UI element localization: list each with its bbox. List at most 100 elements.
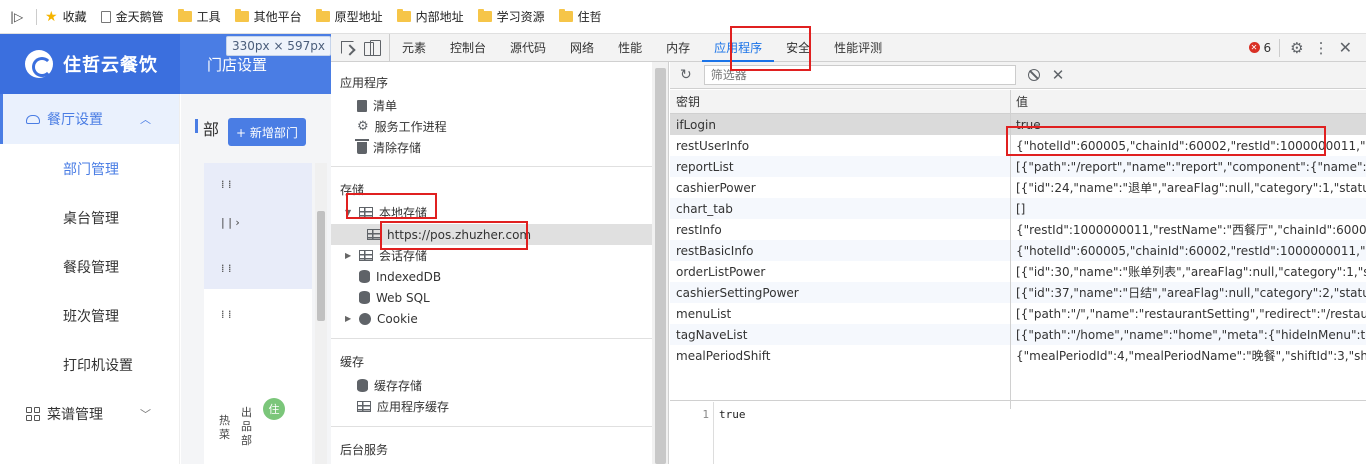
row-value[interactable]: {"hotelId":600005,"chainId":60002,"restI… [1011,240,1366,261]
row-key[interactable]: tagNaveList [670,324,1011,345]
table-row[interactable]: cashierSettingPower [{"id":37,"name":"日结"… [670,282,1366,303]
menu-item-shifts[interactable]: 班次管理 [0,291,179,340]
tree-item-service-workers[interactable]: ⚙ 服务工作进程 [357,116,447,137]
scrollbar[interactable] [652,62,668,464]
page-title: 部 [194,116,219,140]
clear-all-icon[interactable] [1027,69,1040,81]
row-key[interactable]: mealPeriodShift [670,345,1011,366]
storage-pane: ↻ ✕ 密钥 值 ifLogin true restUserInfo {"hotelI… [670,62,1366,464]
row-value[interactable]: [{"path":"/","name":"restaurantSetting",… [1011,303,1366,324]
tab-network[interactable]: 网络 [558,34,606,62]
row-value[interactable]: {"restId":1000000011,"restName":"西餐厅","c… [1011,219,1366,240]
scrollbar[interactable] [315,163,327,464]
row-key[interactable]: reportList [670,156,1011,177]
close-icon[interactable]: ✕ [1339,38,1352,57]
refresh-icon[interactable]: ↻ [680,67,692,83]
row-value[interactable]: [{"path":"/report","name":"report","comp… [1011,156,1366,177]
tree-item-cache-storage[interactable]: 缓存存储 [357,375,422,396]
row-key[interactable]: cashierSettingPower [670,282,1011,303]
menu-item-department[interactable]: 部门管理 [0,144,179,193]
bookmark-folder-tools[interactable]: 工具 [177,8,221,25]
table-row[interactable]: reportList [{"path":"/report","name":"rep… [670,156,1366,177]
line-number: 1 [670,402,714,464]
tree-item-clear-storage[interactable]: 清除存储 [355,137,422,158]
table-row[interactable]: cashierPower [{"id":24,"name":"退单","areaF… [670,177,1366,198]
row-key[interactable]: menuList [670,303,1011,324]
row-key[interactable]: chart_tab [670,198,1011,219]
scrollbar-thumb[interactable] [655,68,666,464]
tree-item-indexeddb[interactable]: IndexedDB [359,266,441,287]
table-row[interactable]: restInfo {"restId":1000000011,"restName":… [670,219,1366,240]
tab-sources[interactable]: 源代码 [498,34,558,62]
database-icon [359,270,370,283]
menu-item-tables[interactable]: 桌台管理 [0,193,179,242]
tree-item-app-cache[interactable]: 应用程序缓存 [357,396,449,417]
tab-elements[interactable]: 元素 [390,34,438,62]
checkbox-icon[interactable]: ⁞ ⁞ [221,262,232,275]
bookmark-folder-prototype[interactable]: 原型地址 [315,8,383,25]
device-toolbar-icon[interactable] [364,40,381,56]
checkbox-icon[interactable]: ⁞ ⁞ [221,308,232,321]
bookmark-folder-other[interactable]: 其他平台 [234,8,302,25]
scrollbar-thumb[interactable] [317,211,325,321]
row-value[interactable]: [{"id":37,"name":"日结","areaFlag":null,"c… [1011,282,1366,303]
row-key[interactable]: restBasicInfo [670,240,1011,261]
inspect-element-icon[interactable] [341,41,354,54]
tab-memory[interactable]: 内存 [654,34,702,62]
folder-icon [177,9,192,22]
tree-item-manifest[interactable]: 清单 [357,95,397,116]
table-row[interactable]: mealPeriodShift {"mealPeriodId":4,"mealPe… [670,345,1366,366]
row-value[interactable]: [] [1011,198,1366,219]
sidebar-toggle-icon[interactable]: |▷ [10,10,34,24]
tree-item-websql[interactable]: Web SQL [359,287,430,308]
tree-item-label: 清除存储 [373,141,422,155]
menu-restaurant-settings[interactable]: 餐厅设置 ︿ [0,94,179,144]
column-header-value[interactable]: 值 [1011,90,1366,113]
tab-performance[interactable]: 性能 [606,34,654,62]
menu-recipe-management[interactable]: 菜谱管理 ﹀ [0,389,179,439]
header-title[interactable]: 门店设置 [207,54,267,75]
menu-item-meal-periods[interactable]: 餐段管理 [0,242,179,291]
row-key[interactable]: restUserInfo [670,135,1011,156]
logo-area[interactable]: 住哲云餐饮 [0,34,180,94]
column-header-key[interactable]: 密钥 [670,90,1011,113]
row-key[interactable]: restInfo [670,219,1011,240]
checkbox-icon[interactable]: ⁞ ⁞ [221,178,232,191]
bookmark-favorites[interactable]: ★ 收藏 [45,8,87,25]
table-row[interactable]: orderListPower [{"id":30,"name":"账单列表","a… [670,261,1366,282]
table-header: 密钥 值 [670,90,1366,114]
more-options-icon[interactable]: ⋮ [1314,39,1329,57]
add-department-button[interactable]: + 新增部门 [228,118,306,146]
row-value[interactable]: [{"id":30,"name":"账单列表","areaFlag":null,… [1011,261,1366,282]
row-value[interactable]: [{"path":"/home","name":"home","meta":{"… [1011,324,1366,345]
tab-console[interactable]: 控制台 [438,34,498,62]
row-key[interactable]: orderListPower [670,261,1011,282]
bookmark-folder-learning[interactable]: 学习资源 [477,8,545,25]
preview-code[interactable]: true [719,408,746,421]
highlight-box [380,221,528,250]
table-row[interactable]: menuList [{"path":"/","name":"restaurantS… [670,303,1366,324]
bookmark-folder-zhuzhe[interactable]: 住哲 [558,8,602,25]
row-key[interactable]: ifLogin [670,114,1011,135]
row-value[interactable]: [{"id":24,"name":"退单","areaFlag":null,"c… [1011,177,1366,198]
table-row[interactable]: chart_tab[] [670,198,1366,219]
tree-item-cookie[interactable]: ▶ Cookie [345,308,418,329]
tree-item-label: 缓存存储 [374,379,423,393]
table-row[interactable]: restBasicInfo {"hotelId":600005,"chainId"… [670,240,1366,261]
tab-lighthouse[interactable]: 性能评测 [822,34,894,62]
menu-item-printer[interactable]: 打印机设置 [0,340,179,389]
table-row[interactable]: tagNaveList [{"path":"/home","name":"home… [670,324,1366,345]
error-counter[interactable]: ✕ 6 [1248,38,1281,57]
cloud-icon [26,114,40,124]
delete-selected-icon[interactable]: ✕ [1052,66,1065,84]
gear-icon[interactable]: ⚙ [1290,39,1303,57]
devtools-tools [331,34,390,61]
bookmark-jintiane[interactable]: 金天鹅管 [100,8,164,25]
folder-icon [558,9,573,22]
row-value[interactable]: {"mealPeriodId":4,"mealPeriodName":"晚餐",… [1011,345,1366,366]
row-key[interactable]: cashierPower [670,177,1011,198]
bookmark-folder-internal[interactable]: 内部地址 [396,8,464,25]
table-icon [357,401,371,412]
divider [331,166,652,167]
checkbox-icon[interactable]: | | › [221,216,240,229]
